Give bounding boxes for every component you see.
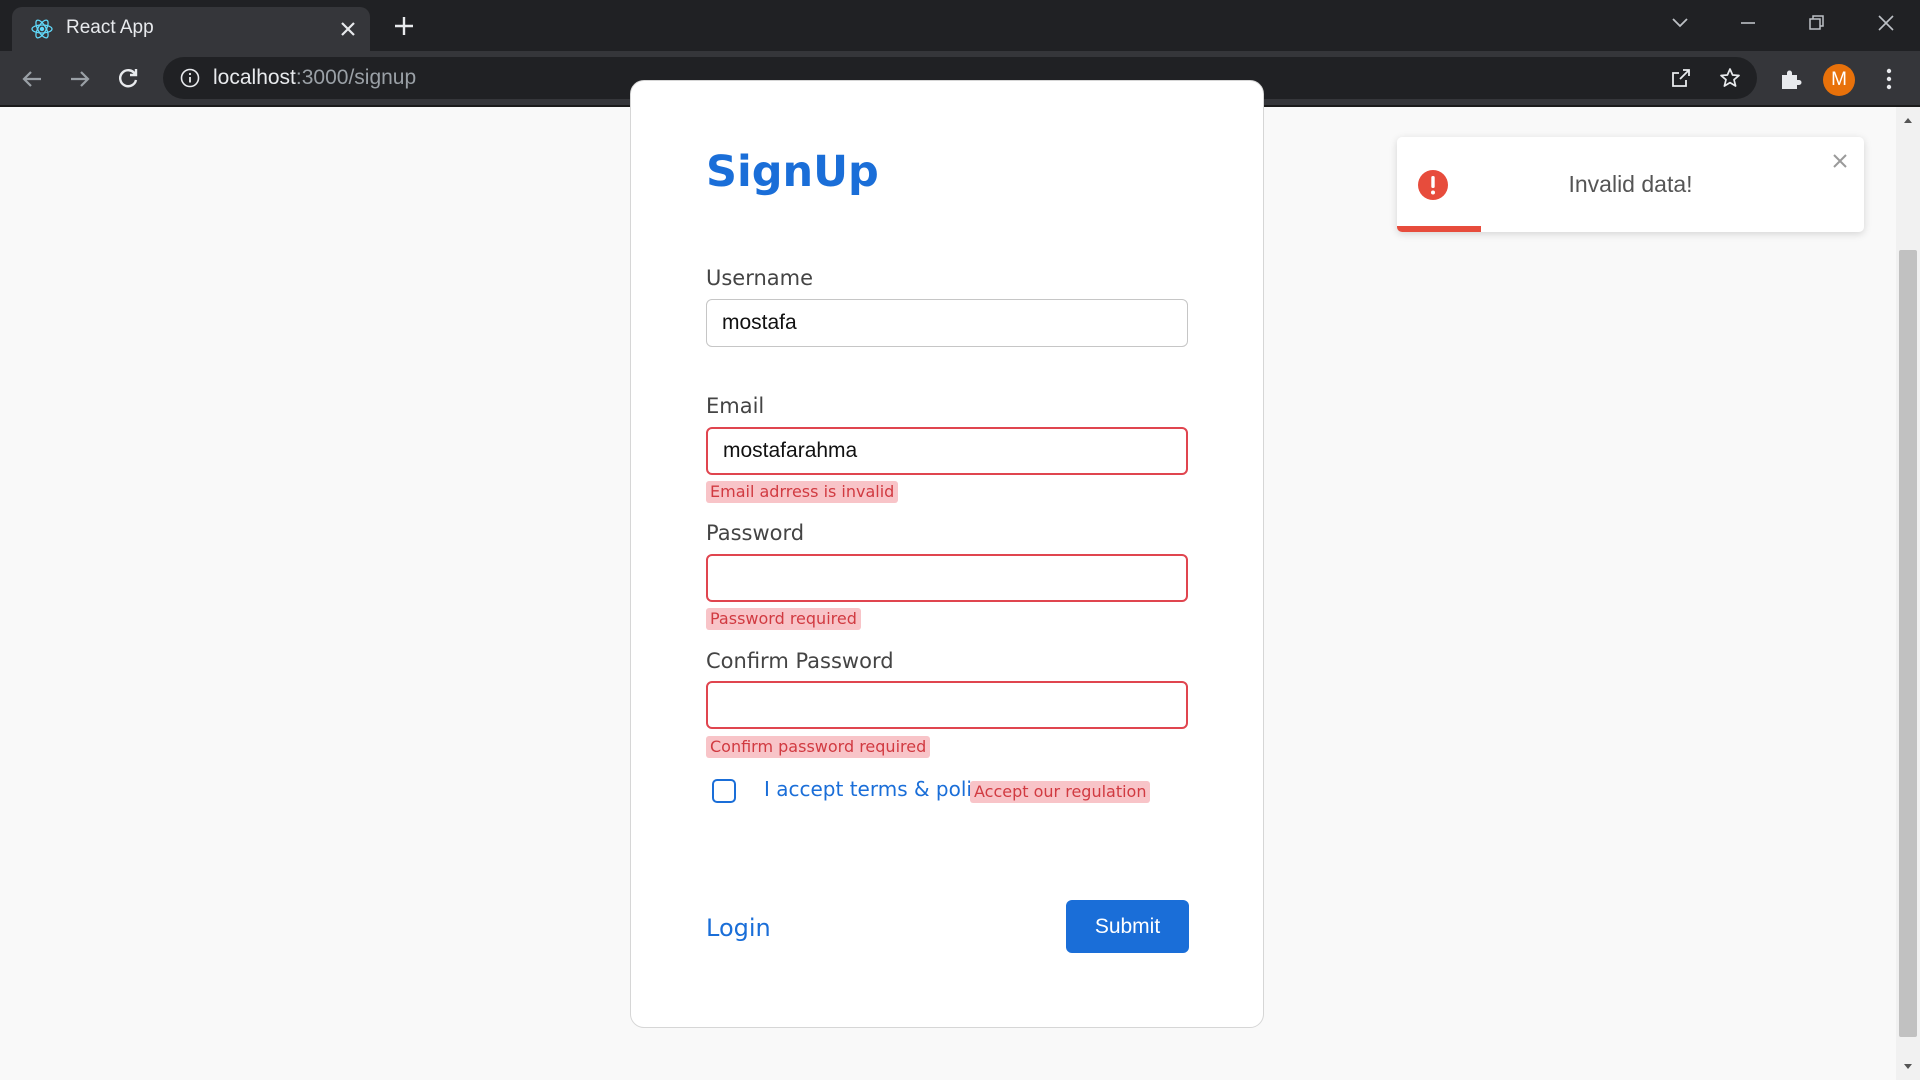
- confirm-password-label: Confirm Password: [706, 649, 894, 673]
- toast-close-icon[interactable]: [1831, 152, 1849, 170]
- reload-icon[interactable]: [114, 65, 142, 93]
- url-host: localhost: [213, 66, 296, 89]
- signup-card: SignUp Username Email Email adrress is i…: [630, 80, 1264, 1028]
- terms-label[interactable]: I accept terms & policy: [764, 777, 995, 801]
- forward-arrow-icon[interactable]: [66, 65, 94, 93]
- scroll-thumb[interactable]: [1899, 250, 1917, 1037]
- browser-menu-icon[interactable]: [1876, 66, 1902, 92]
- share-icon[interactable]: [1669, 66, 1693, 90]
- error-toast: Invalid data!: [1397, 137, 1864, 232]
- minimize-icon[interactable]: [1735, 10, 1761, 36]
- email-error: Email adrress is invalid: [706, 481, 899, 503]
- site-info-icon[interactable]: [179, 67, 201, 89]
- page-scrollbar[interactable]: [1896, 107, 1920, 1080]
- window-close-icon[interactable]: [1873, 10, 1899, 36]
- submit-button[interactable]: Submit: [1066, 900, 1189, 953]
- react-logo-icon: [31, 19, 53, 39]
- new-tab-icon[interactable]: [392, 14, 416, 38]
- restore-icon[interactable]: [1803, 10, 1829, 36]
- profile-avatar[interactable]: M: [1823, 64, 1855, 96]
- email-input[interactable]: [706, 427, 1188, 475]
- browser-tab[interactable]: React App: [12, 7, 370, 51]
- scroll-down-arrow-icon[interactable]: [1903, 1062, 1913, 1072]
- toast-message: Invalid data!: [1568, 171, 1693, 197]
- bookmark-star-icon[interactable]: [1718, 66, 1742, 90]
- confirm-password-error: Confirm password required: [706, 736, 931, 758]
- extensions-puzzle-icon[interactable]: [1778, 66, 1804, 92]
- tab-title: React App: [66, 17, 154, 38]
- url-text[interactable]: localhost:3000/signup: [213, 66, 416, 90]
- scroll-up-arrow-icon[interactable]: [1903, 115, 1913, 125]
- url-path: :3000/signup: [295, 66, 417, 89]
- confirm-password-input[interactable]: [706, 681, 1188, 729]
- toast-progress-bar: [1397, 226, 1482, 232]
- email-label: Email: [706, 394, 765, 418]
- back-arrow-icon[interactable]: [18, 65, 46, 93]
- tab-close-icon[interactable]: [338, 19, 358, 39]
- terms-checkbox[interactable]: [712, 779, 736, 803]
- terms-error: Accept our regulation: [970, 781, 1151, 803]
- username-label: Username: [706, 266, 814, 290]
- username-input[interactable]: [706, 299, 1188, 347]
- page-title: SignUp: [706, 147, 879, 197]
- password-input[interactable]: [706, 554, 1188, 602]
- password-label: Password: [706, 521, 805, 545]
- browser-tab-strip: React App: [0, 0, 1920, 51]
- tab-search-chevron-icon[interactable]: [1667, 10, 1693, 36]
- login-link[interactable]: Login: [706, 914, 771, 942]
- password-error: Password required: [706, 608, 861, 630]
